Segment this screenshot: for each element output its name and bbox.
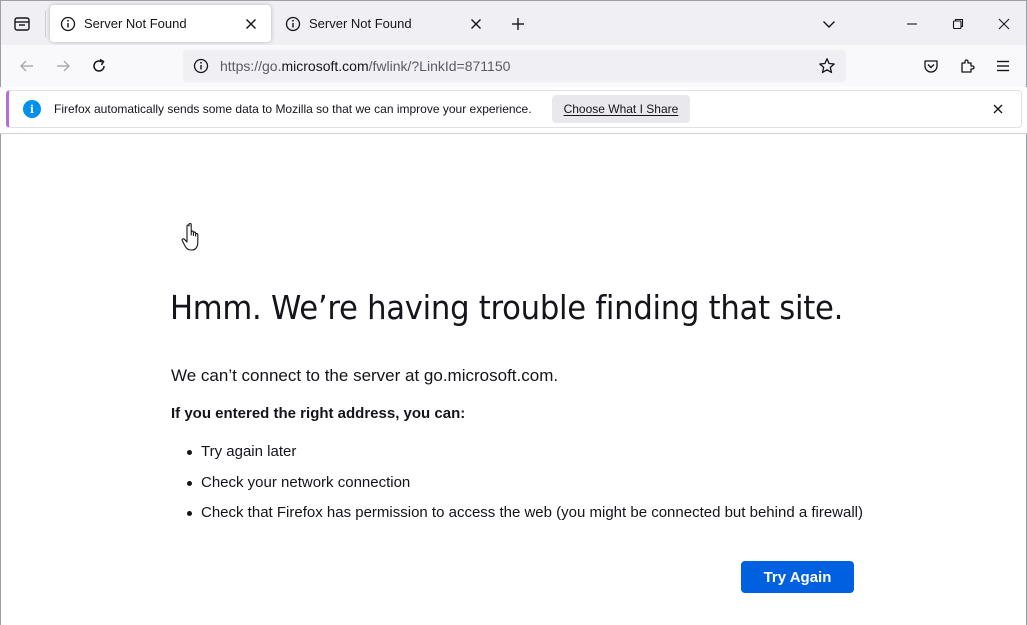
info-icon xyxy=(60,16,76,31)
tab-title: Server Not Found xyxy=(84,16,187,31)
data-collection-notification: i Firefox automatically sends some data … xyxy=(6,90,1022,128)
star-icon xyxy=(819,58,835,74)
content-divider xyxy=(0,133,1027,134)
list-all-tabs-button[interactable] xyxy=(814,9,844,39)
close-icon xyxy=(471,18,481,29)
info-icon xyxy=(285,16,301,31)
forward-button[interactable] xyxy=(48,51,78,81)
pocket-button[interactable] xyxy=(916,51,946,81)
url-suffix: /fwlink/?LinkId=871150 xyxy=(368,58,511,74)
notification-close-button[interactable] xyxy=(989,100,1007,118)
tab-close-button[interactable] xyxy=(466,14,486,34)
try-again-button[interactable]: Try Again xyxy=(741,561,854,593)
address-bar[interactable]: https://go.microsoft.com/fwlink/?LinkId=… xyxy=(183,50,846,82)
minimize-button[interactable] xyxy=(897,9,927,39)
tab-list-icon xyxy=(14,17,30,31)
close-icon xyxy=(993,104,1003,114)
extensions-icon xyxy=(961,59,975,73)
back-icon xyxy=(20,60,33,72)
hand-cursor-icon xyxy=(181,223,199,251)
restore-button[interactable] xyxy=(943,9,973,39)
url-prefix: https://go. xyxy=(220,58,282,74)
choose-what-i-share-button[interactable]: Choose What I Share xyxy=(551,95,691,123)
pocket-icon xyxy=(924,60,938,73)
close-icon xyxy=(246,18,256,29)
back-button[interactable] xyxy=(12,51,42,81)
info-icon xyxy=(193,58,209,74)
extensions-button[interactable] xyxy=(952,51,982,81)
firefox-view-button[interactable] xyxy=(7,9,37,39)
restore-icon xyxy=(952,18,964,30)
tab-separator xyxy=(45,11,46,37)
forward-icon xyxy=(57,60,70,72)
plus-icon xyxy=(512,18,524,30)
tab-title: Server Not Found xyxy=(309,16,412,31)
bookmark-button[interactable] xyxy=(812,51,842,81)
chevron-down-icon xyxy=(823,21,835,28)
navigation-toolbar: https://go.microsoft.com/fwlink/?LinkId=… xyxy=(0,45,1027,87)
close-window-button[interactable] xyxy=(989,9,1019,39)
app-menu-button[interactable] xyxy=(988,51,1018,81)
error-title: Hmm. We’re having trouble finding that s… xyxy=(170,288,844,327)
url-text: https://go.microsoft.com/fwlink/?LinkId=… xyxy=(220,58,510,74)
menu-icon xyxy=(997,60,1009,72)
tab-close-button[interactable] xyxy=(241,14,261,34)
reload-icon xyxy=(93,58,105,72)
suggestion-list: Try again later Check your network conne… xyxy=(186,443,863,535)
list-item: Try again later xyxy=(186,443,863,474)
list-item: Check your network connection xyxy=(186,474,863,505)
url-host: microsoft.com xyxy=(281,58,369,74)
tab-server-not-found-2[interactable]: Server Not Found xyxy=(275,5,496,42)
close-icon xyxy=(998,18,1010,30)
tab-server-not-found-1[interactable]: Server Not Found xyxy=(50,5,271,42)
new-tab-button[interactable] xyxy=(504,10,532,38)
tab-strip: Server Not Found Server Not Found xyxy=(0,0,1027,45)
error-description: We can’t connect to the server at go.mic… xyxy=(171,366,559,385)
list-item: Check that Firefox has permission to acc… xyxy=(186,504,863,535)
reload-button[interactable] xyxy=(84,51,114,81)
site-info-button[interactable] xyxy=(186,51,216,81)
error-subheading: If you entered the right address, you ca… xyxy=(171,405,466,422)
minimize-icon xyxy=(907,23,917,25)
notification-message: Firefox automatically sends some data to… xyxy=(54,102,532,116)
info-icon: i xyxy=(23,100,41,118)
